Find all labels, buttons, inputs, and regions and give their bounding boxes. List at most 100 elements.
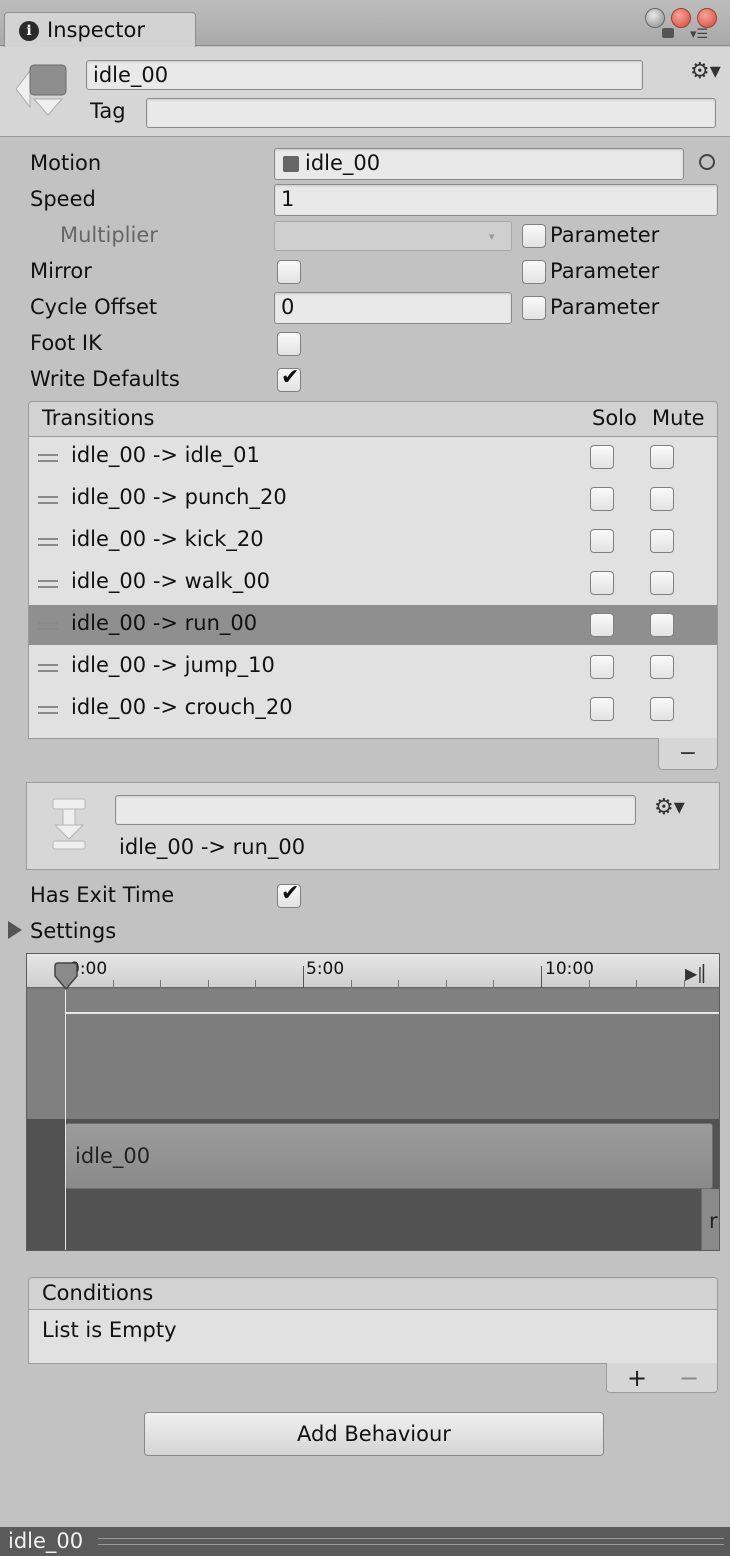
multiplier-parameter-label: Parameter — [550, 223, 660, 247]
ruler-label-10: 10:00 — [545, 959, 594, 979]
transition-gear-icon[interactable]: ⚙▾ — [654, 795, 685, 820]
mute-checkbox[interactable] — [650, 571, 674, 595]
solo-checkbox[interactable] — [590, 529, 614, 553]
mute-checkbox[interactable] — [650, 655, 674, 679]
destination-clip-bar[interactable]: r — [701, 1189, 719, 1250]
ruler-minor-tick — [255, 980, 256, 988]
transition-row[interactable]: idle_00 -> run_00 — [29, 605, 717, 645]
transition-row[interactable]: idle_00 -> walk_00 — [29, 563, 717, 603]
close-icon[interactable] — [697, 8, 717, 28]
has-exit-time-checkbox[interactable]: ✔ — [277, 881, 301, 908]
settings-foldout-label[interactable]: Settings — [30, 919, 116, 943]
settings-foldout-arrow-icon[interactable] — [8, 921, 22, 939]
transition-blend-region[interactable] — [65, 1012, 719, 1119]
drag-handle-icon[interactable] — [38, 454, 58, 462]
remove-condition-button[interactable]: − — [679, 1363, 699, 1393]
mute-checkbox[interactable] — [650, 613, 674, 637]
state-name-field[interactable]: idle_00 — [86, 60, 643, 90]
foot-ik-checkbox[interactable] — [277, 332, 301, 356]
add-condition-button[interactable]: + — [627, 1363, 647, 1393]
end-marker-icon[interactable]: ▶|▏ — [685, 964, 715, 983]
multiplier-parameter-checkbox[interactable] — [522, 224, 546, 248]
foot-ik-label: Foot IK — [30, 331, 102, 355]
cycle-offset-field[interactable]: 0 — [274, 292, 512, 324]
context-menu-icon[interactable]: ▾☰ — [690, 28, 708, 41]
solo-checkbox[interactable] — [590, 613, 614, 637]
solo-checkbox[interactable] — [590, 697, 614, 721]
tag-label: Tag — [90, 99, 126, 123]
conditions-title: Conditions — [42, 1281, 154, 1305]
transition-row[interactable]: idle_00 -> crouch_20 — [29, 689, 717, 729]
ruler-major-tick — [303, 966, 304, 988]
playhead-marker-icon[interactable] — [53, 962, 79, 990]
ruler-minor-tick — [351, 980, 352, 988]
object-picker-icon[interactable] — [699, 154, 715, 170]
transition-row-label: idle_00 -> walk_00 — [71, 569, 270, 593]
conditions-empty-text: List is Empty — [42, 1318, 177, 1342]
mirror-checkbox[interactable] — [277, 260, 301, 284]
transition-timeline[interactable]: 0:00 5:00 10:00 ▶|▏ idle_00 r — [26, 953, 720, 1251]
solo-checkbox[interactable] — [590, 571, 614, 595]
add-behaviour-button[interactable]: Add Behaviour — [144, 1412, 604, 1456]
drag-handle-icon[interactable] — [38, 664, 58, 672]
state-icon — [16, 64, 67, 116]
checkmark-icon: ✔ — [281, 365, 300, 390]
mirror-parameter-checkbox[interactable] — [522, 260, 546, 284]
drag-handle-icon[interactable] — [38, 496, 58, 504]
ruler-minor-tick — [493, 980, 494, 988]
resize-grip-icon[interactable] — [98, 1538, 724, 1545]
tab-inspector[interactable]: i Inspector — [4, 12, 196, 47]
transition-row[interactable]: idle_00 -> punch_20 — [29, 479, 717, 519]
mute-checkbox[interactable] — [650, 487, 674, 511]
mirror-parameter-label: Parameter — [550, 259, 660, 283]
source-clip-label: idle_00 — [75, 1144, 151, 1168]
ruler-minor-tick — [589, 980, 590, 988]
speed-field[interactable]: 1 — [274, 184, 718, 216]
ruler-major-tick — [541, 966, 542, 988]
mirror-label: Mirror — [30, 259, 92, 283]
settings-gear-icon[interactable]: ⚙▾ — [690, 59, 721, 84]
tab-label: Inspector — [47, 18, 145, 42]
conditions-footer: + − — [606, 1363, 718, 1393]
cycle-offset-parameter-checkbox[interactable] — [522, 296, 546, 320]
transition-row[interactable]: idle_00 -> jump_10 — [29, 647, 717, 687]
ruler-minor-tick — [684, 980, 685, 988]
motion-label: Motion — [30, 151, 102, 175]
ruler-minor-tick — [208, 980, 209, 988]
drag-handle-icon[interactable] — [38, 538, 58, 546]
tag-field[interactable] — [146, 98, 716, 128]
solo-checkbox[interactable] — [590, 655, 614, 679]
drag-handle-icon[interactable] — [38, 580, 58, 588]
solo-checkbox[interactable] — [590, 445, 614, 469]
transition-row-label: idle_00 -> idle_01 — [71, 443, 260, 467]
transition-row-label: idle_00 -> jump_10 — [71, 653, 275, 677]
drag-handle-icon[interactable] — [38, 622, 58, 630]
transitions-header: Transitions Solo Mute — [28, 401, 718, 437]
minimize-icon[interactable] — [671, 8, 691, 28]
playhead-line — [65, 978, 66, 1250]
timeline-ruler[interactable]: 0:00 5:00 10:00 ▶|▏ — [27, 954, 719, 988]
mute-checkbox[interactable] — [650, 445, 674, 469]
motion-field[interactable]: idle_00 — [274, 148, 684, 180]
checkmark-icon: ✔ — [281, 881, 300, 906]
solo-checkbox[interactable] — [590, 487, 614, 511]
transition-row-label: idle_00 -> crouch_20 — [71, 695, 293, 719]
maximize-icon[interactable] — [645, 8, 665, 28]
ruler-minor-tick — [636, 980, 637, 988]
transition-row-label: idle_00 -> run_00 — [71, 611, 258, 635]
transition-row[interactable]: idle_00 -> kick_20 — [29, 521, 717, 561]
mute-checkbox[interactable] — [650, 697, 674, 721]
transitions-title: Transitions — [42, 406, 155, 430]
transition-name-field[interactable] — [115, 795, 636, 825]
mute-checkbox[interactable] — [650, 529, 674, 553]
transitions-list: idle_00 -> idle_01 idle_00 -> punch_20 idl… — [28, 437, 718, 739]
transition-title: idle_00 -> run_00 — [119, 835, 306, 859]
lock-icon[interactable] — [662, 28, 674, 38]
drag-handle-icon[interactable] — [38, 706, 58, 714]
transition-row[interactable]: idle_00 -> idle_01 — [29, 437, 717, 477]
remove-transition-button[interactable]: − — [658, 738, 718, 770]
ruler-minor-tick — [113, 980, 114, 988]
conditions-header: Conditions — [28, 1277, 718, 1310]
write-defaults-checkbox[interactable]: ✔ — [277, 365, 301, 392]
source-clip-bar[interactable]: idle_00 — [65, 1123, 713, 1189]
